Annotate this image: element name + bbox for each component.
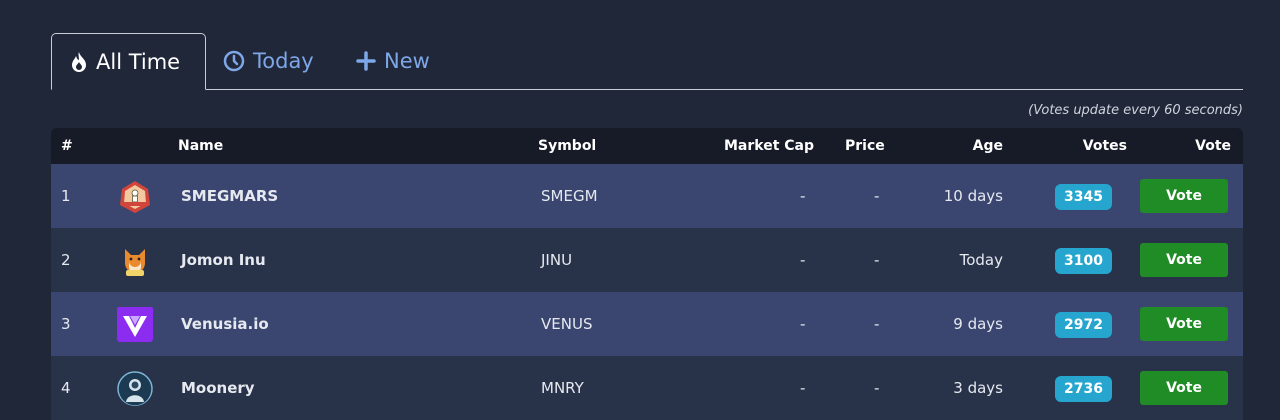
coin-market-cap: - <box>800 251 806 269</box>
coin-name[interactable]: Moonery <box>181 356 255 420</box>
votes-badge: 3345 <box>1055 183 1112 210</box>
tab-label: All Time <box>96 49 181 74</box>
tab-new[interactable]: New <box>356 33 430 89</box>
votes-cell: 2972 <box>1055 292 1112 356</box>
coin-name[interactable]: Venusia.io <box>181 292 269 356</box>
venusia-logo <box>117 306 153 342</box>
vote-button[interactable]: Vote <box>1140 371 1228 405</box>
coin-symbol: SMEGM <box>541 187 598 205</box>
votes-update-note: (Votes update every 60 seconds) <box>1028 103 1243 118</box>
coins-table: # Name Symbol Market Cap Price Age Votes… <box>51 128 1243 420</box>
table-header: # Name Symbol Market Cap Price Age Votes… <box>51 128 1243 164</box>
tab-bar: All Time Today New <box>51 33 1243 90</box>
header-votes[interactable]: Votes <box>1083 128 1127 164</box>
header-num: # <box>61 138 73 154</box>
coin-age: Today <box>959 251 1003 269</box>
fire-icon <box>72 51 86 72</box>
votes-cell: 3345 <box>1055 164 1112 228</box>
moonery-logo <box>117 370 153 406</box>
votes-cell: 3100 <box>1055 228 1112 292</box>
coin-symbol: JINU <box>541 251 573 269</box>
vote-button[interactable]: Vote <box>1140 179 1228 213</box>
coin-symbol: MNRY <box>541 379 584 397</box>
plus-icon <box>356 51 376 71</box>
row-rank: 3 <box>61 315 71 333</box>
row-rank: 1 <box>61 187 71 205</box>
vote-button[interactable]: Vote <box>1140 307 1228 341</box>
table-row[interactable]: 3 Venusia.io VENUS - - 9 days 2972 Vote <box>51 292 1243 356</box>
coin-price: - <box>874 315 880 333</box>
clock-icon <box>223 50 245 72</box>
table-row[interactable]: 2 Jomon Inu JINU - - Today 3100 Vote <box>51 228 1243 292</box>
coin-age: 10 days <box>943 187 1003 205</box>
tab-label: Today <box>253 49 314 73</box>
coin-age: 3 days <box>953 379 1003 397</box>
tab-label: New <box>384 49 430 73</box>
coin-price: - <box>874 187 880 205</box>
vote-button[interactable]: Vote <box>1140 243 1228 277</box>
coin-price: - <box>874 379 880 397</box>
coin-name[interactable]: SMEGMARS <box>181 164 278 228</box>
table-row[interactable]: 4 Moonery MNRY - - 3 days 2736 Vote <box>51 356 1243 420</box>
smegmars-logo <box>117 178 153 214</box>
votes-cell: 2736 <box>1055 356 1112 420</box>
tab-all-time[interactable]: All Time <box>51 33 206 90</box>
coin-age: 9 days <box>953 315 1003 333</box>
coin-symbol: VENUS <box>541 315 593 333</box>
coin-market-cap: - <box>800 379 806 397</box>
votes-badge: 2736 <box>1055 375 1112 402</box>
votes-badge: 3100 <box>1055 247 1112 274</box>
coin-name[interactable]: Jomon Inu <box>181 228 266 292</box>
tab-today[interactable]: Today <box>223 33 314 89</box>
coin-market-cap: - <box>800 315 806 333</box>
header-name[interactable]: Name <box>178 128 223 164</box>
header-symbol[interactable]: Symbol <box>538 128 596 164</box>
row-rank: 4 <box>61 379 71 397</box>
row-rank: 2 <box>61 251 71 269</box>
header-market-cap[interactable]: Market Cap <box>724 128 814 164</box>
votes-badge: 2972 <box>1055 311 1112 338</box>
header-vote: Vote <box>1195 138 1231 154</box>
coin-price: - <box>874 251 880 269</box>
coin-market-cap: - <box>800 187 806 205</box>
jomon-inu-logo <box>117 242 153 278</box>
table-row[interactable]: 1 SMEGMARS SMEGM - - 10 days 3345 Vote <box>51 164 1243 228</box>
header-age[interactable]: Age <box>973 128 1003 164</box>
header-price[interactable]: Price <box>845 128 885 164</box>
